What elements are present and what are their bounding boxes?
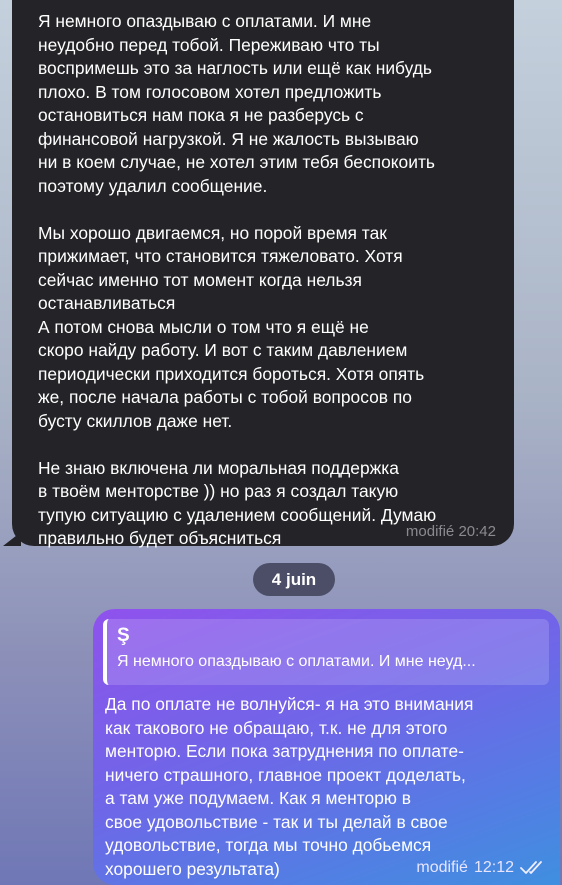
incoming-edited-label: modifié [405, 523, 455, 540]
date-separator: 4 juin [253, 563, 335, 596]
reply-preview: Я немного опаздываю с оплатами. И мне не… [117, 653, 476, 670]
outgoing-edited-label: modifié [416, 859, 468, 876]
incoming-message-bubble[interactable]: Я немного опаздываю с оплатами. И мне не… [3, 0, 514, 548]
outgoing-message-text: Да по оплате не волнуйся- я на это внима… [105, 694, 474, 879]
incoming-time: 20:42 [458, 523, 496, 540]
outgoing-message-meta: modifié 12:12 [416, 859, 546, 877]
reply-quote[interactable]: Ş Я немного опаздываю с оплатами. И мне … [103, 619, 549, 685]
incoming-message-text: Я немного опаздываю с оплатами. И мне не… [38, 11, 437, 548]
outgoing-time: 12:12 [473, 859, 514, 876]
incoming-message-meta: modifié 20:42 [406, 523, 496, 540]
reply-author: Ş [117, 625, 130, 646]
outgoing-message-bubble[interactable]: Ş Я немного опаздываю с оплатами. И мне … [93, 609, 560, 885]
double-check-icon [520, 860, 546, 876]
incoming-bubble-tail [3, 532, 21, 546]
